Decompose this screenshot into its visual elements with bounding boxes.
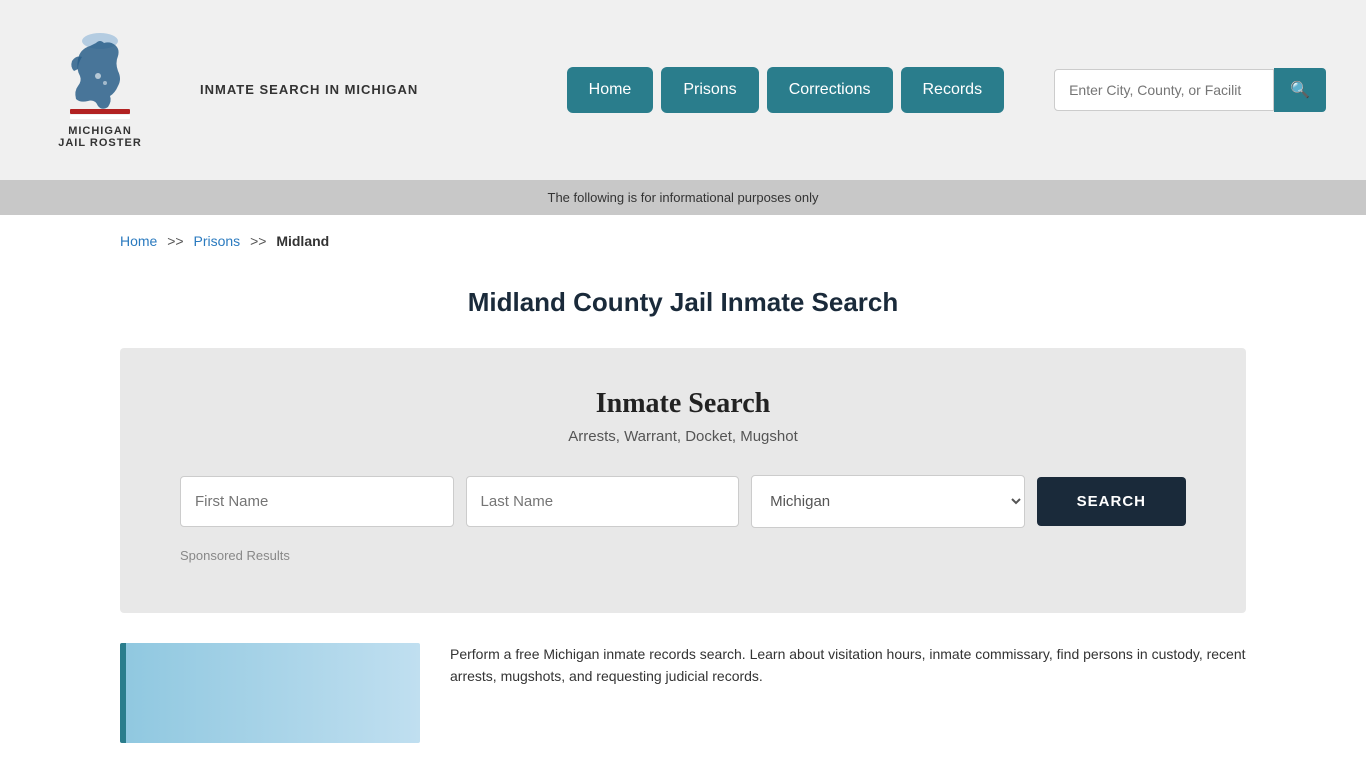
page-title: Midland County Jail Inmate Search	[0, 287, 1366, 318]
header: MICHIGAN JAIL ROSTER INMATE SEARCH IN MI…	[0, 0, 1366, 180]
state-select[interactable]: AlabamaAlaskaArizonaArkansasCaliforniaCo…	[751, 475, 1025, 528]
last-name-input[interactable]	[466, 476, 740, 527]
nav-records-button[interactable]: Records	[901, 67, 1005, 113]
breadcrumb: Home >> Prisons >> Midland	[0, 215, 1366, 267]
inmate-search-subtitle: Arrests, Warrant, Docket, Mugshot	[180, 428, 1186, 445]
nav-home-button[interactable]: Home	[567, 67, 654, 113]
search-icon: 🔍	[1290, 82, 1310, 99]
inmate-search-button[interactable]: SEARCH	[1037, 477, 1186, 526]
nav-corrections-button[interactable]: Corrections	[767, 67, 893, 113]
logo-area: MICHIGAN JAIL ROSTER	[40, 31, 160, 149]
bottom-text: Perform a free Michigan inmate records s…	[450, 643, 1246, 688]
bottom-section: Perform a free Michigan inmate records s…	[120, 643, 1246, 743]
sponsored-label: Sponsored Results	[180, 548, 1186, 563]
first-name-input[interactable]	[180, 476, 454, 527]
info-bar: The following is for informational purpo…	[0, 180, 1366, 215]
logo-text: MICHIGAN JAIL ROSTER	[58, 125, 142, 149]
michigan-logo-icon	[60, 31, 140, 121]
bottom-image	[120, 643, 420, 743]
header-search-bar: 🔍	[1054, 68, 1326, 112]
nav-prisons-button[interactable]: Prisons	[661, 67, 758, 113]
search-box-container: Inmate Search Arrests, Warrant, Docket, …	[120, 348, 1246, 613]
inmate-search-form: AlabamaAlaskaArizonaArkansasCaliforniaCo…	[180, 475, 1186, 528]
breadcrumb-sep-1: >>	[167, 233, 183, 249]
header-search-button[interactable]: 🔍	[1274, 68, 1326, 112]
nav-area: Home Prisons Corrections Records	[567, 67, 1004, 113]
header-search-input[interactable]	[1054, 69, 1274, 111]
breadcrumb-sep-2: >>	[250, 233, 266, 249]
inmate-search-title: Inmate Search	[180, 388, 1186, 420]
site-title: INMATE SEARCH IN MICHIGAN	[200, 80, 418, 100]
breadcrumb-prisons-link[interactable]: Prisons	[194, 233, 241, 249]
breadcrumb-home-link[interactable]: Home	[120, 233, 157, 249]
breadcrumb-current: Midland	[276, 233, 329, 249]
